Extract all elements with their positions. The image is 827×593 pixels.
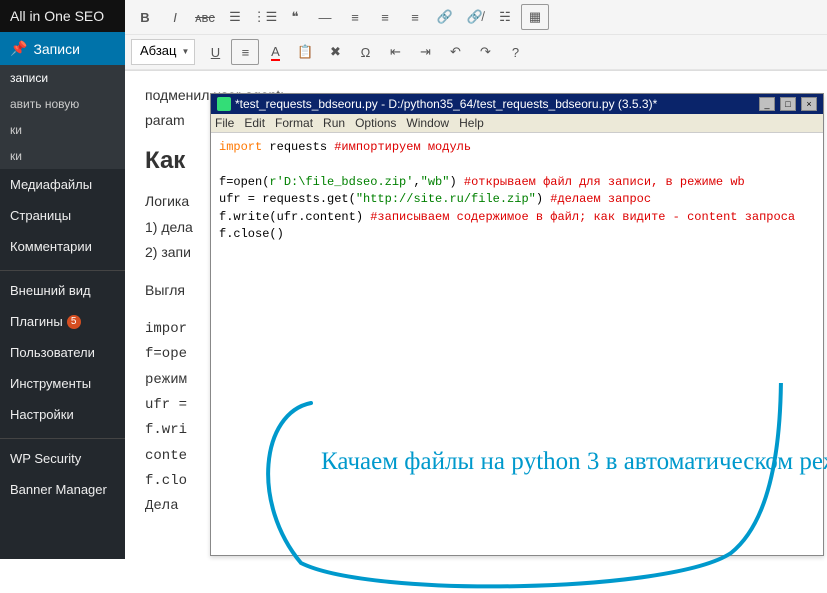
menu-file[interactable]: File — [215, 116, 234, 130]
sub-all[interactable]: записи — [0, 65, 125, 91]
circle-drawing-icon — [251, 383, 791, 593]
align-right-button[interactable]: ≡ — [401, 4, 429, 30]
toolbar-toggle-button[interactable]: ▦ — [521, 4, 549, 30]
strike-button[interactable]: ᴀʙᴄ — [191, 4, 219, 30]
redo-button[interactable]: ↷ — [471, 39, 499, 65]
justify-button[interactable]: ≡ — [231, 39, 259, 65]
maximize-button[interactable]: □ — [780, 97, 796, 111]
more-button[interactable]: ☵ — [491, 4, 519, 30]
hr-button[interactable]: — — [311, 4, 339, 30]
menu-edit[interactable]: Edit — [244, 116, 265, 130]
sidebar-posts[interactable]: 📌 Записи — [0, 32, 125, 65]
sidebar-posts-label: Записи — [33, 41, 79, 57]
toolbar-row-1: B I ᴀʙᴄ ☰ ⋮☰ ❝ — ≡ ≡ ≡ 🔗 🔗̸ ☵ ▦ — [125, 0, 827, 35]
unlink-button[interactable]: 🔗̸ — [461, 4, 489, 30]
pin-icon: 📌 — [10, 40, 27, 57]
idle-titlebar[interactable]: *test_requests_bdseoru.py - D:/python35_… — [211, 94, 823, 114]
menu-run[interactable]: Run — [323, 116, 345, 130]
specialchar-button[interactable]: Ω — [351, 39, 379, 65]
sub-cat[interactable]: ки — [0, 117, 125, 143]
italic-button[interactable]: I — [161, 4, 189, 30]
idle-title-text: *test_requests_bdseoru.py - D:/python35_… — [235, 97, 657, 111]
toolbar-row-2: Абзац U ≡ A 📋 ✖ Ω ⇤ ⇥ ↶ ↷ ? — [125, 35, 827, 70]
menu-options[interactable]: Options — [355, 116, 396, 130]
python-icon — [217, 97, 231, 111]
link-button[interactable]: 🔗 — [431, 4, 459, 30]
undo-button[interactable]: ↶ — [441, 39, 469, 65]
sidebar-item-comments[interactable]: Комментарии — [0, 231, 125, 262]
indent-button[interactable]: ⇥ — [411, 39, 439, 65]
sidebar-top[interactable]: All in One SEO — [0, 0, 125, 32]
outdent-button[interactable]: ⇤ — [381, 39, 409, 65]
sidebar-item-media[interactable]: Медиафайлы — [0, 169, 125, 200]
menu-help[interactable]: Help — [459, 116, 484, 130]
align-center-button[interactable]: ≡ — [371, 4, 399, 30]
bold-button[interactable]: B — [131, 4, 159, 30]
align-left-button[interactable]: ≡ — [341, 4, 369, 30]
minimize-button[interactable]: _ — [759, 97, 775, 111]
annotation-overlay: Качаем файлы на python 3 в автоматическо… — [251, 383, 771, 583]
help-button[interactable]: ? — [501, 39, 529, 65]
sidebar-item-wpsec[interactable]: WP Security — [0, 438, 125, 474]
sidebar-item-settings[interactable]: Настройки — [0, 399, 125, 430]
editor-toolbar: B I ᴀʙᴄ ☰ ⋮☰ ❝ — ≡ ≡ ≡ 🔗 🔗̸ ☵ ▦ Абзац U … — [125, 0, 827, 71]
wp-sidebar: All in One SEO 📌 Записи записи авить нов… — [0, 0, 125, 559]
sidebar-item-plugins[interactable]: Плагины 5 — [0, 306, 125, 337]
sub-new[interactable]: авить новую — [0, 91, 125, 117]
numlist-button[interactable]: ⋮☰ — [251, 4, 279, 30]
sidebar-item-users[interactable]: Пользователи — [0, 337, 125, 368]
sub-tag[interactable]: ки — [0, 143, 125, 169]
quote-button[interactable]: ❝ — [281, 4, 309, 30]
idle-code-area[interactable]: import requests #импортируем модуль f=op… — [211, 133, 823, 555]
plugins-badge: 5 — [67, 315, 81, 329]
idle-menubar: File Edit Format Run Options Window Help — [211, 114, 823, 133]
annotation-text: Качаем файлы на python 3 в автоматическо… — [321, 443, 741, 481]
sidebar-item-pages[interactable]: Страницы — [0, 200, 125, 231]
sidebar-item-appearance[interactable]: Внешний вид — [0, 270, 125, 306]
bulletlist-button[interactable]: ☰ — [221, 4, 249, 30]
sidebar-posts-sub: записи авить новую ки ки — [0, 65, 125, 169]
sidebar-item-banner[interactable]: Banner Manager — [0, 474, 125, 505]
close-button[interactable]: × — [801, 97, 817, 111]
clear-button[interactable]: ✖ — [321, 39, 349, 65]
paste-button[interactable]: 📋 — [291, 39, 319, 65]
sidebar-item-tools[interactable]: Инструменты — [0, 368, 125, 399]
menu-window[interactable]: Window — [406, 116, 449, 130]
textcolor-button[interactable]: A — [261, 39, 289, 65]
format-select[interactable]: Абзац — [131, 39, 195, 65]
menu-format[interactable]: Format — [275, 116, 313, 130]
underline-button[interactable]: U — [201, 39, 229, 65]
idle-window: *test_requests_bdseoru.py - D:/python35_… — [210, 93, 824, 556]
